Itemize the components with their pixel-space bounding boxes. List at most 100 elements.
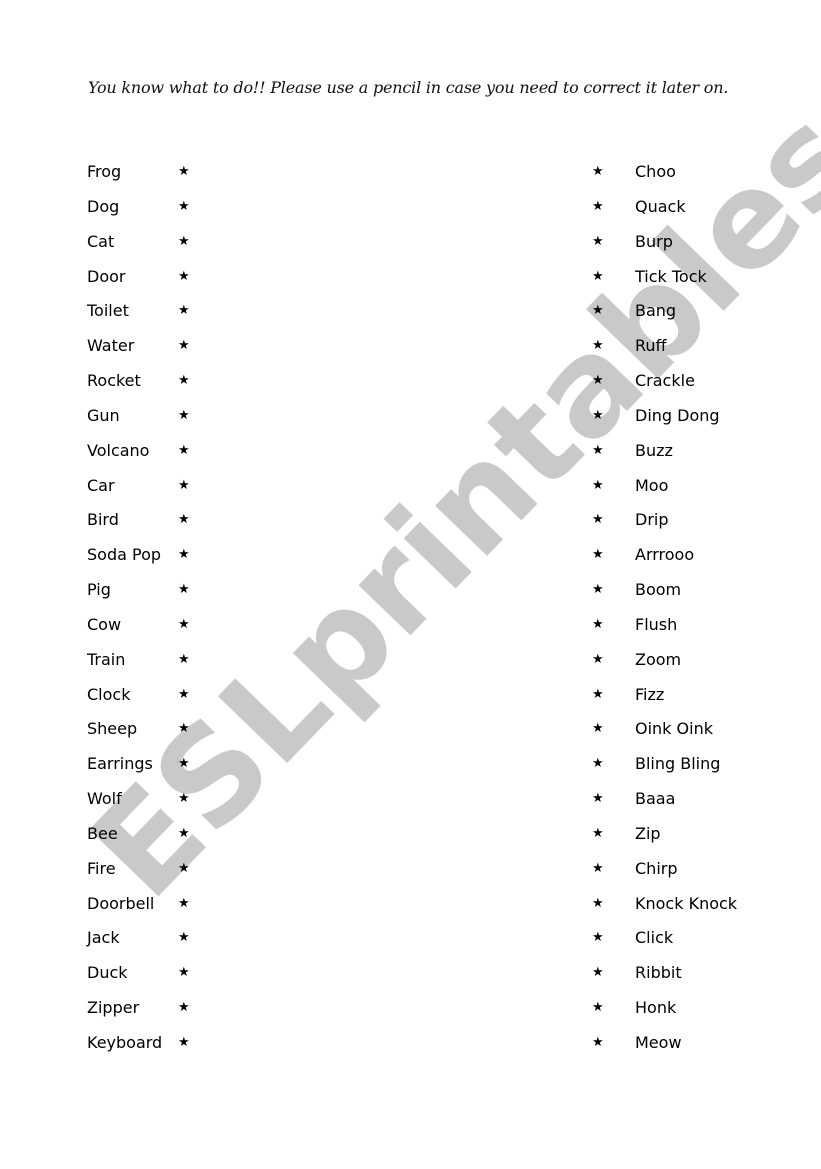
star-bullet-icon: ★: [592, 651, 604, 667]
left-item-word: Toilet: [87, 301, 129, 321]
star-bullet-icon: ★: [178, 303, 190, 319]
matching-row: Zipper ★ ★ Honk: [0, 996, 821, 1020]
left-item-word: Fire: [87, 858, 116, 878]
left-item-word: Train: [87, 649, 126, 669]
star-bullet-icon: ★: [178, 198, 190, 214]
star-bullet-icon: ★: [178, 825, 190, 841]
star-bullet-icon: ★: [592, 791, 604, 807]
left-item-word: Frog: [87, 162, 122, 181]
left-item-word: Rocket: [87, 371, 141, 391]
right-item-sound: Boom: [635, 580, 682, 600]
star-bullet-icon: ★: [178, 1035, 190, 1050]
left-item-word: Water: [87, 336, 135, 356]
matching-row: Wolf ★ ★ Baaa: [0, 787, 821, 811]
right-item-sound: Choo: [635, 162, 676, 181]
left-item-word: Soda Pop: [87, 545, 162, 565]
right-item-sound: Tick Tock: [635, 266, 707, 286]
star-bullet-icon: ★: [592, 442, 604, 458]
left-item-word: Wolf: [87, 789, 122, 809]
star-bullet-icon: ★: [592, 268, 604, 284]
left-item-word: Pig: [87, 580, 111, 600]
star-bullet-icon: ★: [178, 721, 190, 737]
star-bullet-icon: ★: [592, 407, 604, 423]
matching-row: Door ★ ★ Tick Tock: [0, 265, 821, 289]
left-item-word: Zipper: [87, 998, 140, 1018]
right-item-sound: Baaa: [635, 789, 676, 809]
matching-row: Car ★ ★ Moo: [0, 474, 821, 498]
star-bullet-icon: ★: [592, 616, 604, 632]
star-bullet-icon: ★: [178, 233, 190, 249]
right-item-sound: Buzz: [635, 440, 673, 460]
matching-row: Cat ★ ★ Burp: [0, 230, 821, 254]
right-item-sound: Ding Dong: [635, 405, 720, 425]
star-bullet-icon: ★: [592, 512, 604, 528]
star-bullet-icon: ★: [178, 547, 190, 563]
matching-row: Bird ★ ★ Drip: [0, 508, 821, 532]
star-bullet-icon: ★: [178, 651, 190, 667]
matching-row: Sheep ★ ★ Oink Oink: [0, 717, 821, 741]
star-bullet-icon: ★: [178, 338, 190, 354]
star-bullet-icon: ★: [592, 1035, 604, 1050]
matching-row: Pig ★ ★ Boom: [0, 578, 821, 602]
right-item-sound: Burp: [635, 231, 673, 251]
star-bullet-icon: ★: [178, 477, 190, 493]
matching-row: Rocket ★ ★ Crackle: [0, 369, 821, 393]
right-item-sound: Ruff: [635, 336, 667, 356]
left-item-word: Cow: [87, 614, 122, 634]
matching-row: Water ★ ★ Ruff: [0, 334, 821, 358]
star-bullet-icon: ★: [592, 860, 604, 876]
star-bullet-icon: ★: [592, 1000, 604, 1016]
matching-row: Clock ★ ★ Fizz: [0, 683, 821, 707]
star-bullet-icon: ★: [592, 373, 604, 389]
left-item-word: Jack: [87, 928, 120, 948]
right-item-sound: Click: [635, 928, 674, 948]
left-item-word: Volcano: [87, 440, 150, 460]
star-bullet-icon: ★: [592, 825, 604, 841]
star-bullet-icon: ★: [592, 582, 604, 598]
right-item-sound: Flush: [635, 614, 678, 634]
star-bullet-icon: ★: [178, 930, 190, 946]
star-bullet-icon: ★: [592, 721, 604, 737]
star-bullet-icon: ★: [592, 477, 604, 493]
right-item-sound: Fizz: [635, 684, 665, 704]
right-item-sound: Zoom: [635, 649, 682, 669]
right-item-sound: Oink Oink: [635, 719, 713, 739]
matching-row: Jack ★ ★ Click: [0, 926, 821, 950]
star-bullet-icon: ★: [178, 860, 190, 876]
star-bullet-icon: ★: [178, 582, 190, 598]
right-item-sound: Moo: [635, 475, 669, 495]
star-bullet-icon: ★: [592, 338, 604, 354]
left-item-word: Door: [87, 266, 126, 286]
matching-row: Frog ★ ★ Choo: [0, 160, 821, 184]
star-bullet-icon: ★: [178, 616, 190, 632]
right-item-sound: Knock Knock: [635, 893, 738, 913]
star-bullet-icon: ★: [592, 965, 604, 981]
star-bullet-icon: ★: [178, 791, 190, 807]
star-bullet-icon: ★: [592, 895, 604, 911]
star-bullet-icon: ★: [592, 164, 604, 179]
star-bullet-icon: ★: [592, 547, 604, 563]
matching-row: Fire ★ ★ Chirp: [0, 857, 821, 881]
matching-row: Volcano ★ ★ Buzz: [0, 439, 821, 463]
right-item-sound: Bang: [635, 301, 677, 321]
left-item-word: Doorbell: [87, 893, 155, 913]
star-bullet-icon: ★: [178, 164, 190, 179]
right-item-sound: Quack: [635, 196, 686, 216]
right-item-sound: Zip: [635, 823, 661, 843]
star-bullet-icon: ★: [592, 303, 604, 319]
star-bullet-icon: ★: [178, 407, 190, 423]
left-item-word: Bee: [87, 823, 118, 843]
matching-row: Train ★ ★ Zoom: [0, 648, 821, 672]
star-bullet-icon: ★: [592, 756, 604, 772]
matching-row: Duck ★ ★ Ribbit: [0, 961, 821, 985]
left-item-word: Car: [87, 475, 115, 495]
matching-row: Gun ★ ★ Ding Dong: [0, 404, 821, 428]
matching-row: Keyboard ★ ★ Meow: [0, 1031, 821, 1055]
left-item-word: Earrings: [87, 754, 153, 774]
left-item-word: Cat: [87, 231, 115, 251]
star-bullet-icon: ★: [592, 686, 604, 702]
left-item-word: Dog: [87, 196, 120, 216]
left-item-word: Duck: [87, 963, 128, 983]
right-item-sound: Arrrooo: [635, 545, 695, 565]
matching-row: Dog ★ ★ Quack: [0, 195, 821, 219]
